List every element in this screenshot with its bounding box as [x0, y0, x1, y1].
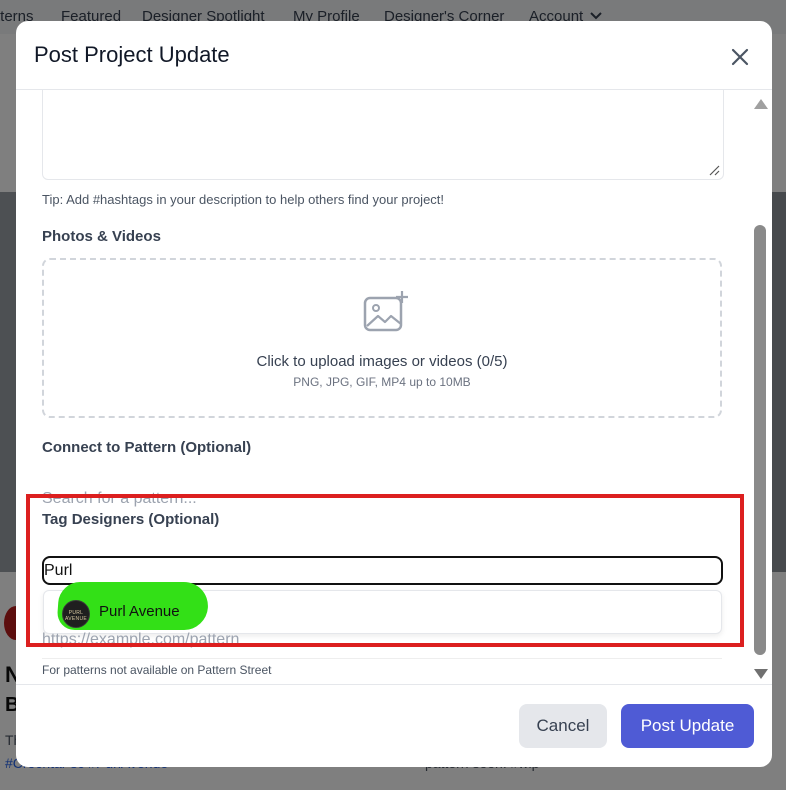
image-plus-icon [363, 291, 408, 332]
url-help-text: For patterns not available on Pattern St… [42, 663, 272, 677]
hashtag-tip: Tip: Add #hashtags in your description t… [42, 192, 445, 207]
close-icon [731, 48, 749, 66]
description-textarea[interactable] [42, 90, 724, 180]
scroll-up-arrow-icon[interactable] [754, 99, 768, 109]
cancel-button[interactable]: Cancel [519, 704, 607, 748]
divider [42, 658, 722, 659]
pattern-label: Connect to Pattern (Optional) [42, 439, 252, 456]
close-button[interactable] [726, 43, 754, 71]
modal-header: Post Project Update [16, 21, 772, 90]
resize-handle-icon[interactable] [708, 164, 720, 176]
photos-label: Photos & Videos [42, 228, 161, 245]
post-update-modal: Post Project Update Tip: Add #hashtags i… [16, 21, 772, 767]
scroll-down-arrow-icon[interactable] [754, 669, 768, 679]
media-upload-dropzone[interactable]: Click to upload images or videos (0/5) P… [42, 258, 722, 418]
post-update-button[interactable]: Post Update [621, 704, 754, 748]
scrollbar[interactable] [752, 93, 772, 683]
upload-instruction: Click to upload images or videos (0/5) [256, 353, 508, 370]
upload-formats: PNG, JPG, GIF, MP4 up to 10MB [293, 375, 471, 389]
modal-footer: Cancel Post Update [16, 684, 772, 767]
modal-title: Post Project Update [34, 42, 230, 67]
annotation-highlight-box [26, 494, 744, 647]
scrollbar-thumb[interactable] [754, 225, 766, 655]
